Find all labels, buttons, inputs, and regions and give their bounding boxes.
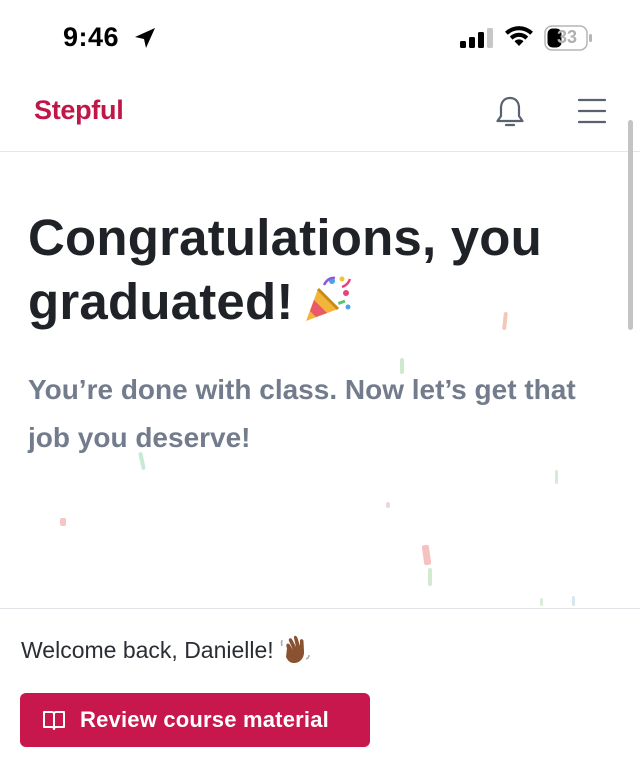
- confetti-piece: [386, 502, 390, 508]
- review-button-label: Review course material: [80, 707, 329, 732]
- app-header: Stepful: [0, 74, 640, 152]
- divider: [0, 608, 640, 609]
- confetti-piece: [421, 544, 432, 566]
- status-bar: 9:46 33: [0, 0, 640, 74]
- page-title-text: Congratulations, you graduated!: [28, 209, 542, 330]
- confetti-piece: [572, 596, 575, 606]
- page-subtitle: You’re done with class. Now let’s get th…: [28, 374, 576, 453]
- confetti-piece: [428, 568, 432, 586]
- wifi-icon: [505, 26, 533, 46]
- hamburger-menu-icon[interactable]: [578, 98, 606, 124]
- battery-level: 33: [556, 27, 578, 47]
- waving-hand-icon: [280, 635, 310, 663]
- page-title: Congratulations, you graduated!: [28, 206, 588, 334]
- confetti-piece: [555, 470, 558, 484]
- status-time: 9:46: [63, 22, 120, 52]
- welcome-message: Welcome back, Danielle!: [21, 632, 312, 666]
- confetti-piece: [540, 598, 543, 606]
- confetti-piece: [60, 518, 66, 526]
- bell-icon[interactable]: [494, 94, 526, 130]
- party-popper-icon: [305, 276, 351, 321]
- welcome-text: Welcome back, Danielle!: [21, 637, 274, 663]
- cellular-signal-icon: [460, 28, 493, 48]
- brand-logo[interactable]: Stepful: [34, 95, 124, 126]
- review-course-material-button[interactable]: Review course material: [20, 693, 370, 747]
- location-arrow-icon: [135, 28, 155, 48]
- scrollbar[interactable]: [628, 120, 633, 330]
- book-open-icon: [43, 711, 65, 730]
